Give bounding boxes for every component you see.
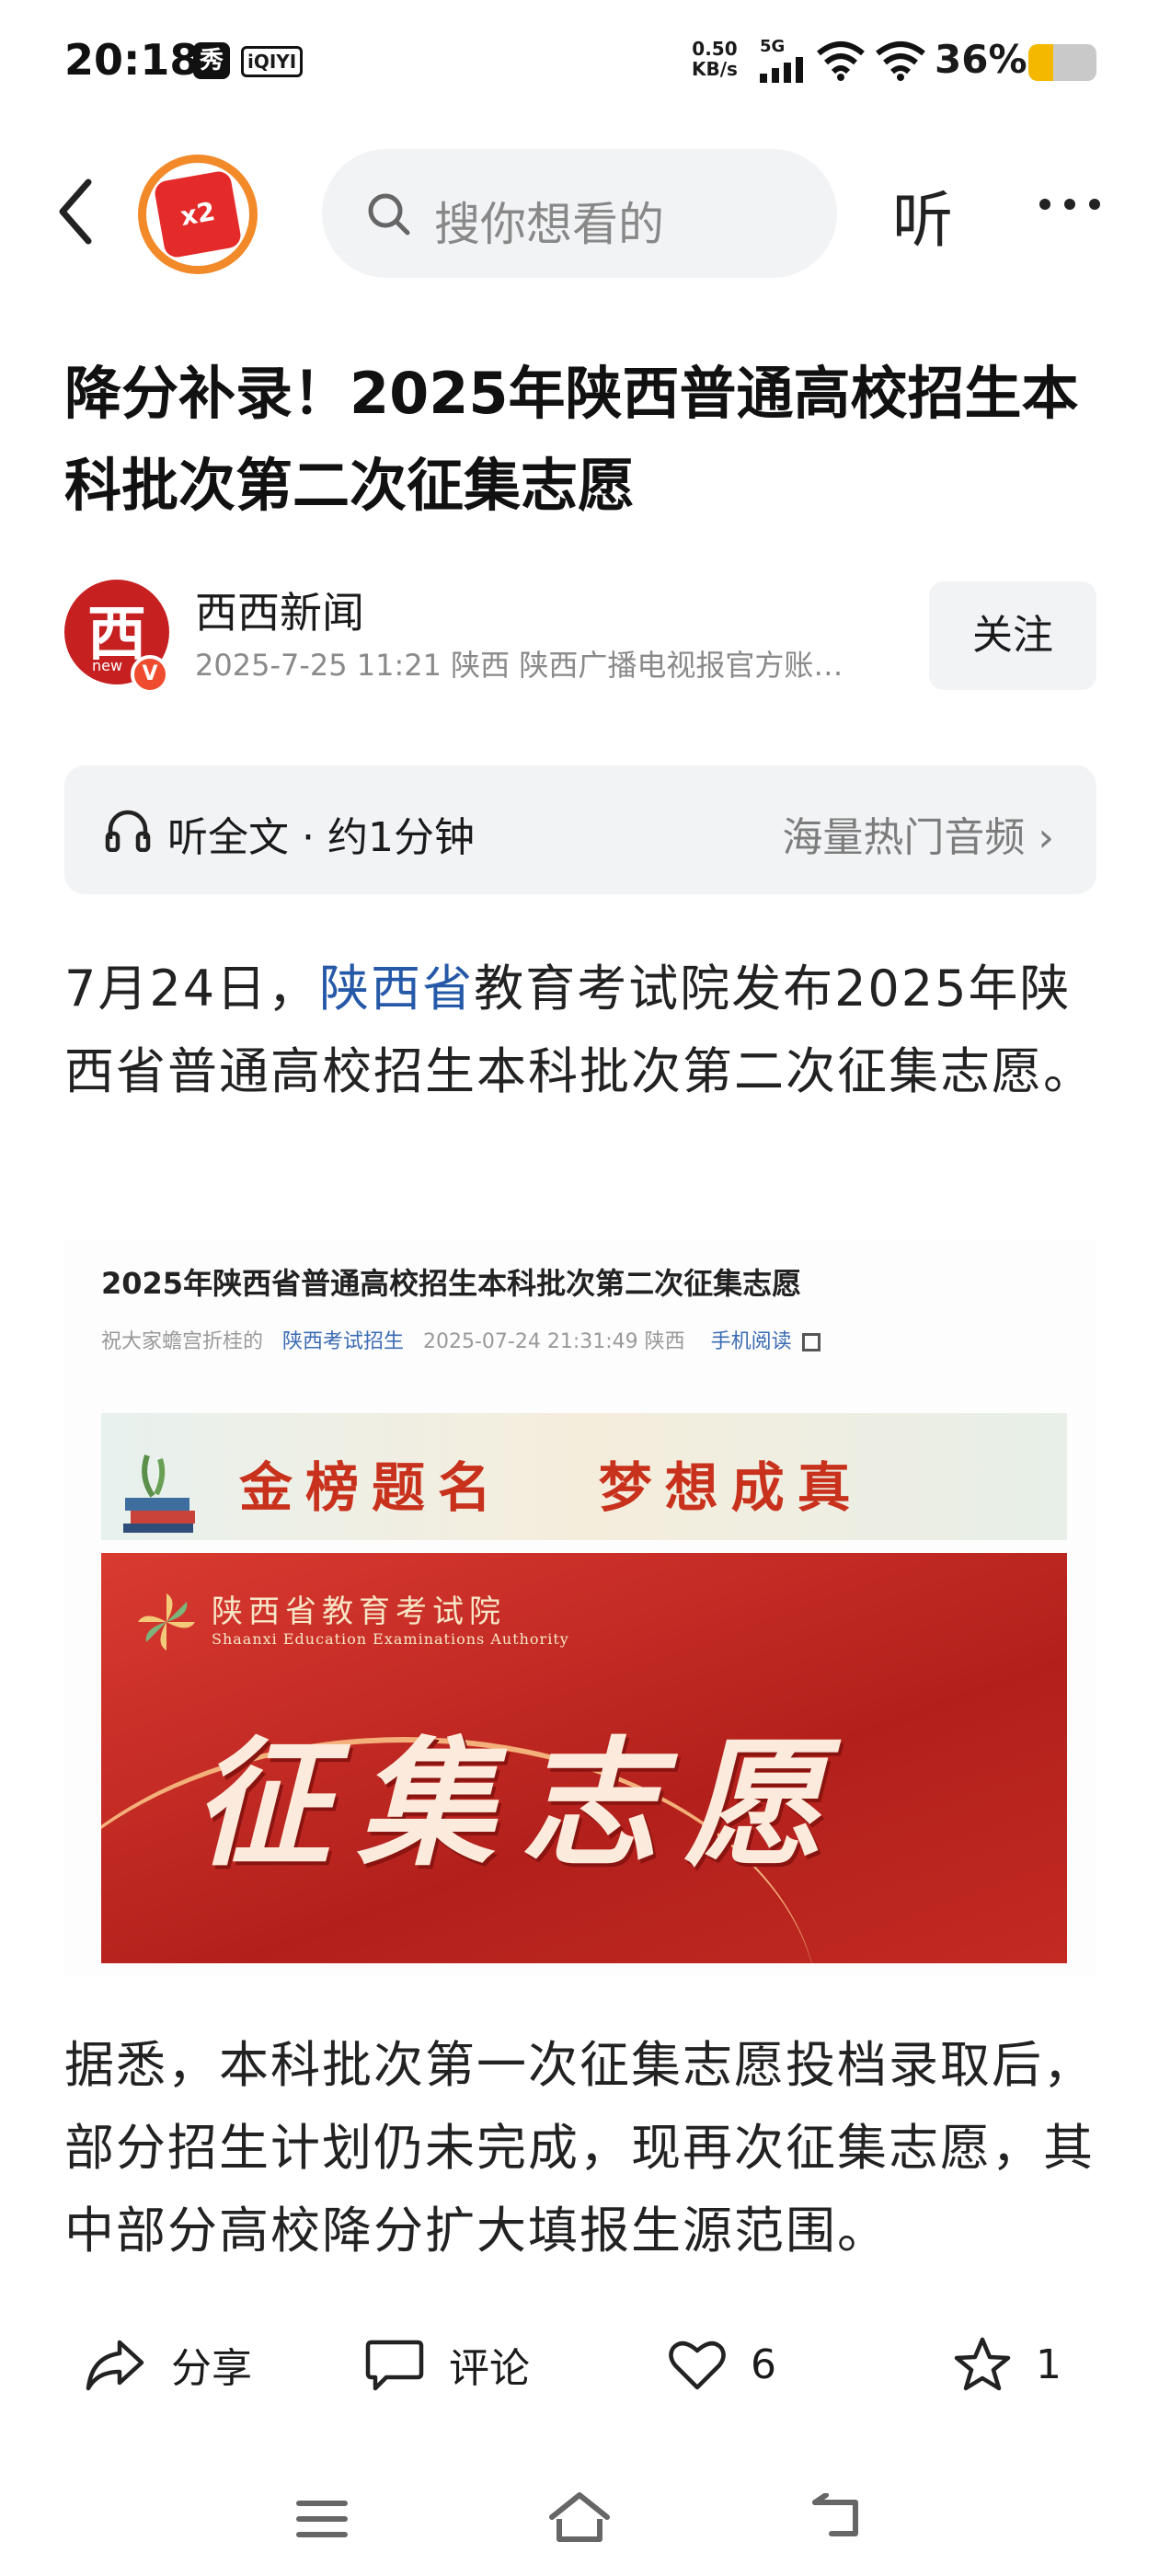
comment-icon [365,2340,424,2391]
status-bar: 20:18 秀 iQIYI 0.50 KB/s 5G 36% [0,0,1159,120]
paragraph-1-text-before: 7月24日， [64,960,320,1018]
embed-title: 2025年陕西省普通高校招生本科批次第二次征集志愿 [101,1266,802,1301]
embed-meta: 祝大家蟾宫折桂的 陕西考试招生 2025-07-24 21:31:49 陕西 手… [101,1325,820,1354]
listen-full-text-bar[interactable]: 听全文 · 约1分钟 海量热门音频 › [64,765,1096,894]
network-speed: 0.50 KB/s [692,39,738,79]
wifi-icon-2 [876,41,925,81]
share-label: 分享 [171,2345,252,2392]
exam-authority-logo-icon [138,1593,195,1650]
qr-code-icon [801,1333,820,1351]
like-button[interactable]: 6 [668,2309,776,2420]
listen-button[interactable]: 听 [892,171,953,259]
star-icon [954,2337,1011,2391]
slogan-banner: 金榜题名 梦想成真 [101,1413,1067,1540]
action-bar: 分享 评论 6 1 [0,2309,1159,2420]
article-paragraph-2: 据悉，本科批次第一次征集志愿投档录取后，部分招生计划仍未完成，现再次征集志愿，其… [64,2036,1095,2260]
network-type: 5G [760,37,786,56]
shaanxi-link[interactable]: 陕西省 [319,960,474,1018]
hot-audio-link[interactable]: 海量热门音频 › [782,804,1054,863]
more-dots-icon[interactable] [1038,186,1102,223]
home-icon[interactable] [548,2491,611,2545]
avatar-logo-sub: new [92,657,123,674]
org-name: 陕西省教育考试院 [212,1593,506,1630]
embed-meta-prefix: 祝大家蟾宫折桂的 [101,1330,264,1353]
battery-fill [1028,44,1053,81]
article-title: 降分补录！2025年陕西普通高校招生本科批次第二次征集志愿 [64,360,1079,519]
wifi-icon [817,41,865,81]
clock: 20:18 [64,35,200,85]
like-count: 6 [751,2340,776,2388]
article-image[interactable]: 2025年陕西省普通高校招生本科批次第二次征集志愿 祝大家蟾宫折桂的 陕西考试招… [64,1240,1096,1976]
network-speed-value: 0.50 [692,38,738,60]
banner-headline: 征集志愿 [193,1725,849,1885]
embed-mobile-read: 手机阅读 [710,1330,792,1353]
heart-icon [669,2341,726,2390]
banner-slogan: 金榜题名 梦想成真 [239,1456,864,1519]
comment-button[interactable]: 评论 [364,2309,530,2420]
battery-icon [1028,44,1096,81]
favorite-count: 1 [1036,2340,1061,2388]
search-input[interactable]: 搜你想看的 [322,149,837,278]
books-illustration-icon [123,1455,195,1533]
main-banner: 陕西省教育考试院 Shaanxi Education Examinations … [101,1553,1067,1963]
favorite-button[interactable]: 1 [953,2309,1061,2420]
battery-percent: 36% [935,37,1027,82]
search-icon [368,193,410,236]
follow-button[interactable]: 关注 [929,581,1096,690]
audio-label: 听全文 · 约1分钟 [167,814,475,861]
top-nav-bar: x2 搜你想看的 听 [0,138,1159,285]
iqiyi-notification-icon: iQIYI [241,46,304,77]
author-name[interactable]: 西西新闻 [195,580,364,640]
back-arrow-icon [59,178,92,245]
network-speed-unit: KB/s [692,58,738,80]
verified-badge-icon: V [131,655,169,694]
red-packet-icon: x2 [153,169,243,259]
author-meta: 2025-7-25 11:21 陕西 陕西广播电视报官方账… [195,648,843,683]
search-placeholder: 搜你想看的 [434,198,664,251]
headphone-icon [105,810,151,852]
share-button[interactable]: 分享 [83,2309,252,2420]
share-icon [86,2340,144,2391]
back-nav-icon[interactable] [809,2493,865,2543]
notification-app-icon: 秀 [193,42,230,79]
reward-badge-button[interactable]: x2 [138,155,258,274]
org-name-english: Shaanxi Education Examinations Authority [212,1630,569,1648]
signal-icon [760,57,803,83]
embed-source: 陕西考试招生 [282,1330,405,1353]
menu-icon[interactable] [296,2499,348,2539]
article-paragraph-1: 7月24日，陕西省教育考试院发布2025年陕西省普通高校招生本科批次第二次征集志… [64,948,1104,1113]
embed-time: 2025-07-24 21:31:49 陕西 [423,1330,685,1353]
author-row: 西 new V 西西新闻 2025-7-25 11:21 陕西 陕西广播电视报官… [0,570,1159,699]
back-button[interactable] [46,175,110,248]
comment-label: 评论 [449,2345,530,2392]
system-navigation-bar [0,2466,1159,2576]
